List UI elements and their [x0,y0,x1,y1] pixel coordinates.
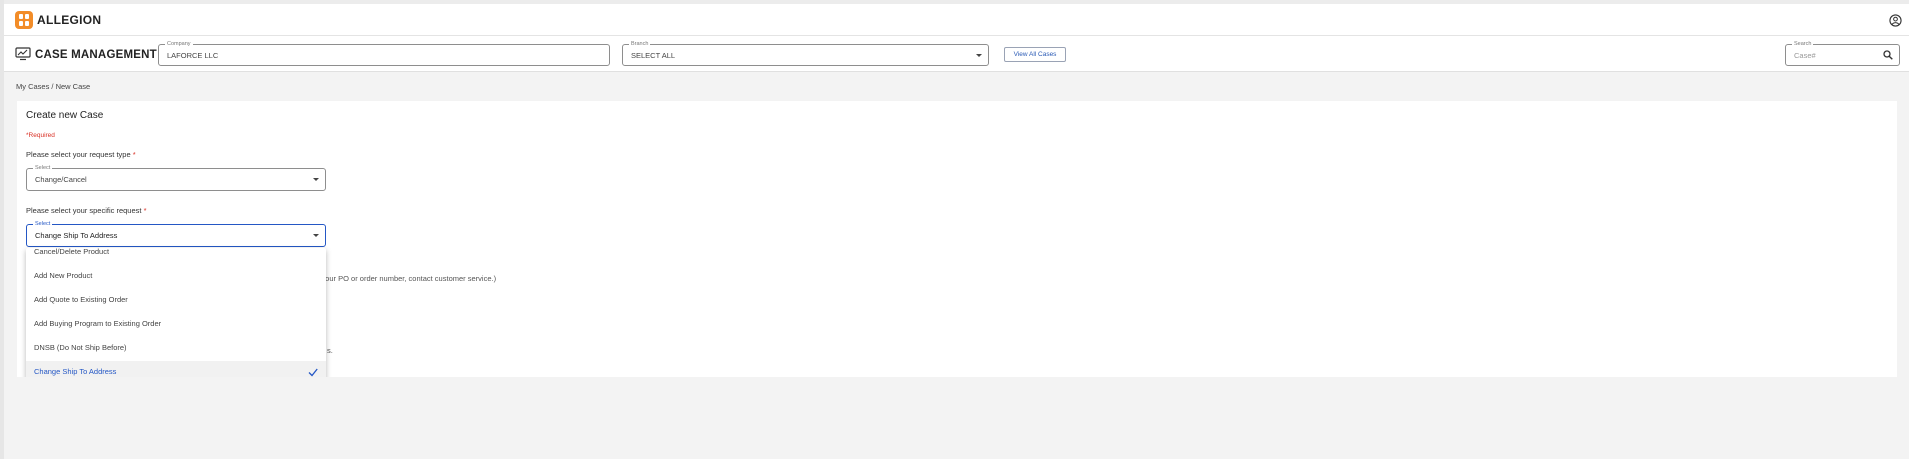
required-star: * [132,150,136,159]
caret-down-icon [976,54,982,57]
specific-request-select[interactable]: Select Change Ship To Address [26,220,326,247]
dropdown-option[interactable]: DNSB (Do Not Ship Before) [26,337,326,359]
request-type-select-value: Change/Cancel [35,175,87,184]
dropdown-option[interactable]: Cancel/Delete Product [26,248,326,263]
top-bar: ALLEGION [4,4,1909,36]
search-icon[interactable] [1883,50,1893,60]
page-title: Create new Case [26,110,104,121]
check-icon [308,368,318,377]
branch-select[interactable]: Branch SELECT ALL [622,40,989,66]
section-title: CASE MANAGEMENT [35,49,157,61]
request-type-question-text: Please select your request type [26,150,131,159]
specific-request-select-value: Change Ship To Address [35,231,118,240]
partial-text: s. [327,346,333,355]
partial-help-text: nd your PO or order number, contact cust… [311,274,497,283]
company-field-label: Company [165,40,193,48]
specific-request-select-label: Select [33,220,53,228]
company-field-value: LAFORCE LLC [167,51,219,60]
dropdown-option[interactable]: Add Buying Program to Existing Order [26,313,326,335]
breadcrumb[interactable]: My Cases / New Case [16,82,90,91]
specific-request-dropdown: Cancel/Delete Product Add New Product Ad… [26,248,326,386]
view-all-cases-button[interactable]: View All Cases [1004,47,1066,62]
branch-select-label: Branch [629,40,651,48]
page-background [4,377,1909,459]
company-field[interactable]: Company LAFORCE LLC [158,40,610,66]
dropdown-option-label: Change Ship To Address [34,367,117,376]
branch-select-value: SELECT ALL [631,51,676,60]
case-search-placeholder: Case# [1794,51,1816,60]
specific-request-question-text: Please select your specific request [26,206,142,215]
brand-name: ALLEGION [37,13,102,27]
dropdown-option[interactable]: Add Quote to Existing Order [26,289,326,311]
case-search-input[interactable]: Search Case# [1785,40,1900,66]
request-type-question: Please select your request type * [26,150,136,159]
caret-down-icon [313,234,319,237]
required-star: * [143,206,147,215]
required-note: *Required [26,132,55,139]
case-search-label: Search [1792,40,1814,48]
monitor-chart-icon [15,47,31,61]
caret-down-icon [313,178,319,181]
dropdown-option[interactable]: Add New Product [26,265,326,287]
user-circle-icon[interactable] [1889,14,1902,27]
request-type-select[interactable]: Select Change/Cancel [26,164,326,191]
request-type-select-label: Select [33,164,53,172]
allegion-logo-icon [15,11,33,29]
specific-request-question: Please select your specific request * [26,206,147,215]
